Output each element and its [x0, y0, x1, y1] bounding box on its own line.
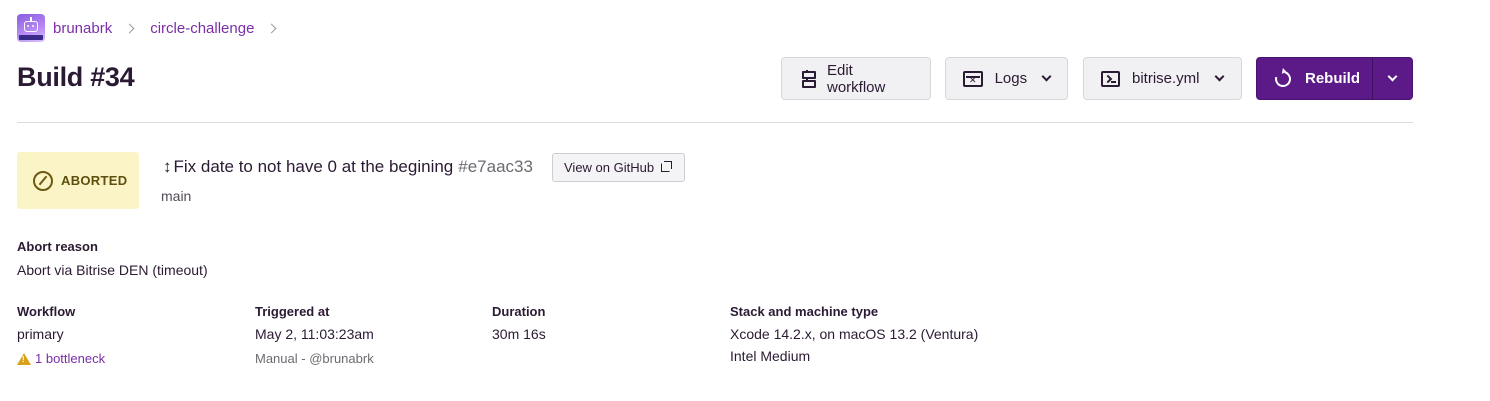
logs-label: Logs [994, 70, 1028, 87]
status-label: ABORTED [61, 173, 128, 188]
aborted-icon [33, 170, 53, 191]
triggered-at-value: May 2, 11:03:23am [255, 326, 374, 342]
branch-name: main [161, 188, 192, 204]
view-on-github-button[interactable]: View on GitHub [552, 153, 685, 182]
commit-info: ↕ Fix date to not have 0 at the begining… [163, 157, 533, 177]
commit-message: Fix date to not have 0 at the begining [173, 157, 454, 176]
edit-workflow-button[interactable]: Edit workflow [781, 57, 931, 100]
bottleneck-label: 1 bottleneck [35, 351, 106, 366]
logs-icon [963, 70, 983, 87]
chevron-down-icon [1387, 71, 1398, 82]
duration-value: 30m 16s [492, 326, 546, 342]
view-on-github-label: View on GitHub [564, 160, 655, 175]
rebuild-icon [1272, 67, 1294, 90]
avatar[interactable] [17, 14, 45, 42]
header-divider [17, 122, 1413, 123]
breadcrumb-workspace-link[interactable]: brunabrk [53, 20, 112, 37]
logs-dropdown-button[interactable]: Logs [945, 57, 1068, 100]
workflow-label: Workflow [17, 304, 76, 319]
breadcrumb-app-link[interactable]: circle-challenge [150, 20, 254, 37]
chevron-down-icon [1214, 71, 1224, 82]
triggered-at-label: Triggered at [255, 304, 330, 319]
edit-workflow-label: Edit workflow [827, 61, 886, 96]
chevron-right-icon [124, 23, 135, 33]
duration-label: Duration [492, 304, 546, 319]
breadcrumb: brunabrk circle-challenge [17, 13, 292, 43]
chevron-down-icon [1041, 71, 1052, 82]
trigger-source: Manual - @brunabrk [255, 351, 374, 366]
bitrise-yml-dropdown-button[interactable]: bitrise.yml [1083, 57, 1242, 100]
chevron-right-icon [266, 23, 277, 33]
bottleneck-link[interactable]: 1 bottleneck [17, 351, 105, 366]
workflow-icon [802, 69, 816, 88]
abort-reason-value: Abort via Bitrise DEN (timeout) [17, 262, 208, 278]
status-badge: ABORTED [17, 152, 139, 209]
abort-reason-label: Abort reason [17, 239, 98, 254]
rebuild-options-toggle[interactable] [1371, 58, 1412, 99]
commit-arrow-icon: ↕ [163, 157, 172, 176]
page-title: Build #34 [17, 62, 135, 92]
external-link-icon [661, 161, 673, 172]
rebuild-button[interactable]: Rebuild [1257, 58, 1372, 99]
rebuild-label: Rebuild [1305, 70, 1360, 87]
bitrise-yml-label: bitrise.yml [1132, 70, 1200, 87]
machine-type-value: Intel Medium [730, 348, 811, 364]
stack-label: Stack and machine type [730, 304, 879, 319]
terminal-icon [1101, 70, 1120, 87]
warning-icon [17, 352, 31, 365]
workflow-value: primary [17, 326, 64, 342]
commit-hash: #e7aac33 [458, 157, 533, 176]
rebuild-split-button: Rebuild [1256, 57, 1413, 100]
stack-value: Xcode 14.2.x, on macOS 13.2 (Ventura) [730, 326, 979, 342]
